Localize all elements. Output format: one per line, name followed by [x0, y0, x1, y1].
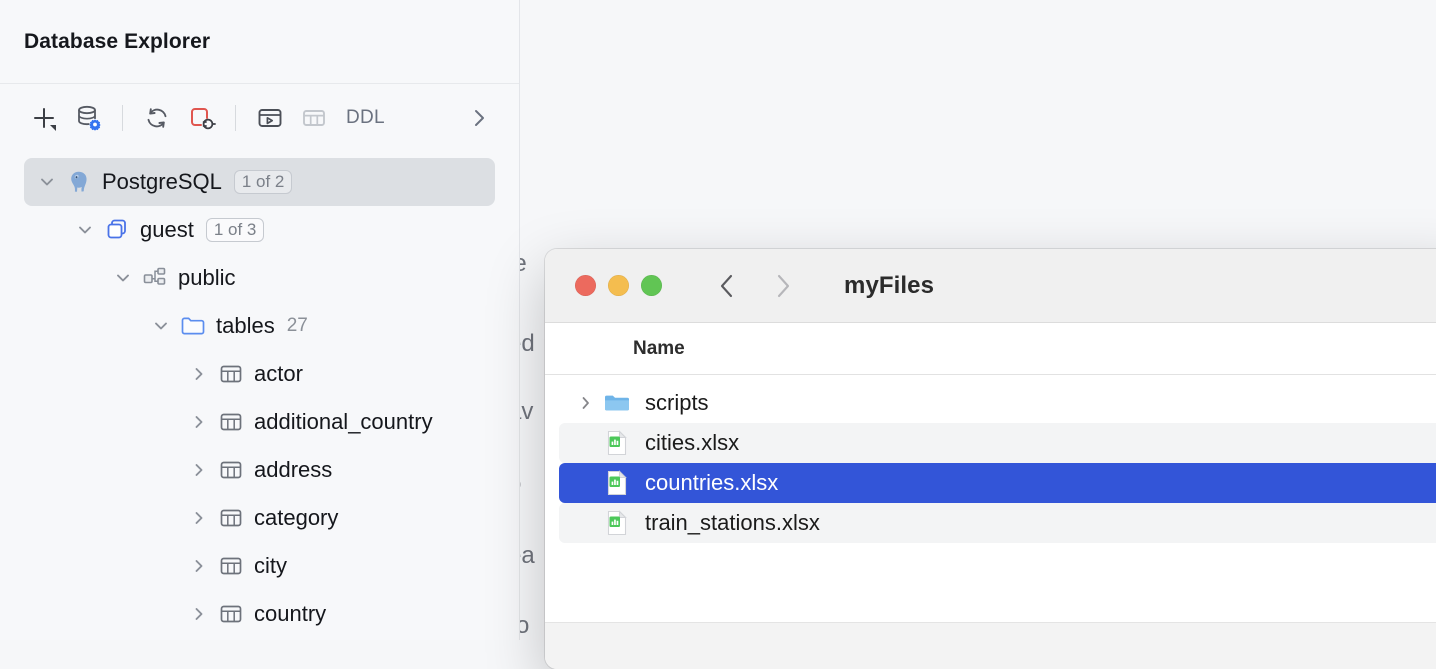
toolbar-separator-2: [235, 105, 236, 131]
xlsx-file-icon: [599, 508, 635, 538]
tree-node-label: category: [254, 505, 338, 531]
table-icon: [214, 504, 248, 532]
file-list-item[interactable]: train_stations.xlsx: [559, 503, 1436, 543]
table-icon: [214, 408, 248, 436]
database-gear-icon: [73, 103, 103, 133]
disconnect-button[interactable]: [179, 96, 223, 140]
tree-node-category[interactable]: category: [24, 494, 495, 542]
window-controls: [575, 275, 662, 296]
screen-root: anage Data Sources ⌘; leedavoearo Databa…: [0, 0, 1436, 640]
chevron-down-icon[interactable]: [70, 220, 100, 240]
tree-node-label: guest: [140, 217, 194, 243]
postgresql-elephant-icon: [62, 168, 96, 196]
chevron-left-icon: [714, 271, 740, 301]
query-console-icon: [255, 103, 285, 133]
nav-back-button[interactable]: [714, 271, 740, 301]
chevron-right-icon[interactable]: [184, 508, 214, 528]
file-open-dialog: myFiles Name scripts cities.xlsx countries…: [545, 249, 1436, 669]
refresh-icon: [142, 103, 172, 133]
tree-node-city[interactable]: city: [24, 542, 495, 590]
tree-node-country[interactable]: country: [24, 590, 495, 638]
folder-icon: [599, 388, 635, 418]
dialog-footer-bar: [545, 622, 1436, 669]
open-console-button[interactable]: [248, 96, 292, 140]
zoom-window-button[interactable]: [641, 275, 662, 296]
file-name: countries.xlsx: [645, 470, 778, 496]
tree-node-label: PostgreSQL: [102, 169, 222, 195]
file-list-item[interactable]: scripts: [559, 383, 1436, 423]
nav-forward-button[interactable]: [770, 271, 796, 301]
toolbar-separator-1: [122, 105, 123, 131]
tool-window-header: Database Explorer: [0, 0, 519, 84]
dialog-navigation: [714, 271, 796, 301]
tree-node-label: address: [254, 457, 332, 483]
tree-node-tables[interactable]: tables 27: [24, 302, 495, 350]
page-title: Database Explorer: [24, 30, 210, 54]
database-explorer-tool-window: Database Explorer: [0, 0, 520, 640]
folder-icon: [176, 312, 210, 340]
chevron-right-icon[interactable]: [184, 460, 214, 480]
column-header-name[interactable]: Name: [633, 338, 685, 360]
open-data-editor-button[interactable]: [292, 96, 336, 140]
chevron-right-icon[interactable]: [184, 556, 214, 576]
tree-node-label: tables: [216, 313, 275, 339]
file-list[interactable]: scripts cities.xlsx countries.xlsx train_st…: [545, 375, 1436, 543]
tree-node-address[interactable]: address: [24, 446, 495, 494]
chevron-right-icon[interactable]: [184, 364, 214, 384]
schema-icon: [138, 264, 172, 292]
table-icon: [214, 456, 248, 484]
tree-node-count: 27: [287, 315, 308, 337]
chevron-right-icon: [770, 271, 796, 301]
tree-node-label: city: [254, 553, 287, 579]
minimize-window-button[interactable]: [608, 275, 629, 296]
chevron-right-icon[interactable]: [573, 394, 599, 412]
xlsx-file-icon: [599, 468, 635, 498]
ddl-button[interactable]: DDL: [336, 107, 395, 129]
dialog-folder-title: myFiles: [844, 272, 934, 300]
tree-node-badge: 1 of 2: [234, 170, 293, 194]
table-icon: [214, 360, 248, 388]
file-name: scripts: [645, 390, 709, 416]
close-window-button[interactable]: [575, 275, 596, 296]
add-data-source-button[interactable]: [22, 96, 66, 140]
tree-node-label: additional_country: [254, 409, 433, 435]
database-icon: [100, 216, 134, 244]
xlsx-file-icon: [599, 428, 635, 458]
chevron-down-icon[interactable]: [32, 172, 62, 192]
data-source-properties-button[interactable]: [66, 96, 110, 140]
chevron-right-icon[interactable]: [184, 604, 214, 624]
table-grid-icon: [299, 103, 329, 133]
table-icon: [214, 600, 248, 628]
file-list-column-header: Name: [545, 323, 1436, 375]
refresh-button[interactable]: [135, 96, 179, 140]
tree-node-postgresql[interactable]: PostgreSQL 1 of 2: [24, 158, 495, 206]
disconnect-plug-icon: [186, 103, 216, 133]
table-icon: [214, 552, 248, 580]
file-list-item[interactable]: countries.xlsx: [559, 463, 1436, 503]
file-list-item[interactable]: cities.xlsx: [559, 423, 1436, 463]
tree-node-label: actor: [254, 361, 303, 387]
plus-with-dropdown-icon: [29, 103, 59, 133]
toolbar-overflow-button[interactable]: [461, 100, 497, 136]
file-name: cities.xlsx: [645, 430, 739, 456]
tree-node-label: public: [178, 265, 235, 291]
file-name: train_stations.xlsx: [645, 510, 820, 536]
chevron-down-icon[interactable]: [108, 268, 138, 288]
chevron-right-icon[interactable]: [184, 412, 214, 432]
tool-window-toolbar: DDL: [0, 84, 519, 152]
chevron-down-icon[interactable]: [146, 316, 176, 336]
tree-node-public[interactable]: public: [24, 254, 495, 302]
database-tree[interactable]: PostgreSQL 1 of 2 guest 1 of 3 public tables 2…: [0, 152, 519, 638]
tree-node-guest[interactable]: guest 1 of 3: [24, 206, 495, 254]
tree-node-badge: 1 of 3: [206, 218, 265, 242]
tree-node-actor[interactable]: actor: [24, 350, 495, 398]
dialog-titlebar: myFiles: [545, 249, 1436, 323]
tree-node-label: country: [254, 601, 326, 627]
tree-node-additional-country[interactable]: additional_country: [24, 398, 495, 446]
chevron-right-icon: [467, 106, 491, 130]
